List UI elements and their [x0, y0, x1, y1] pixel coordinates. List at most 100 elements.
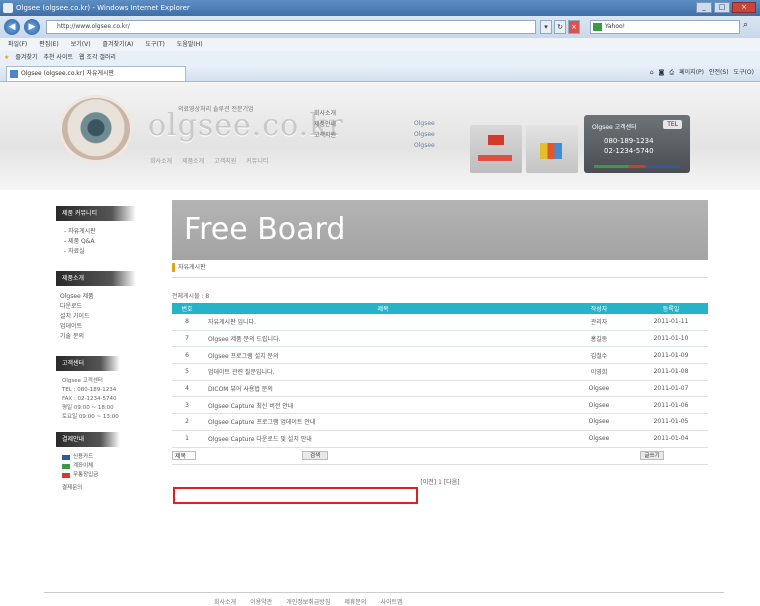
board: Free Board 자유게시판 전체게시물 : 8 번호 제목 작성자 등록일…	[172, 200, 708, 504]
site-nav: 회사소개 제품소개 고객지원 커뮤니티	[150, 156, 268, 165]
menu-favorites[interactable]: 즐겨찾기(A)	[103, 38, 134, 51]
write-button[interactable]: 글쓰기	[640, 450, 664, 460]
stop-icon[interactable]: ×	[568, 20, 580, 34]
menu-file[interactable]: 파일(F)	[8, 38, 27, 51]
sidebar-item[interactable]: 업데이트	[60, 322, 160, 332]
sidebar-item[interactable]: Olgsee 제품	[60, 292, 160, 302]
cmd-safety[interactable]: 안전(S)	[709, 68, 729, 78]
forward-icon[interactable]: ▶	[24, 19, 40, 35]
print-icon[interactable]: ⎙	[669, 68, 674, 78]
table-row[interactable]: 8 자유게시판 입니다. 관리자 2011-01-11	[172, 314, 708, 331]
browser-tab[interactable]: Olgsee (olgsee.co.kr) 자유게시판	[6, 66, 186, 81]
sidebar-item[interactable]: - 자유게시판	[64, 227, 160, 237]
menu-tools[interactable]: 도구(T)	[145, 38, 164, 51]
header-link[interactable]: Olgsee	[414, 129, 435, 140]
post-subject[interactable]: Olgsee Capture 프로그램 업데이트 안내	[202, 413, 564, 431]
suggested-sites-link[interactable]: 추천 사이트	[43, 51, 73, 64]
table-row[interactable]: 1 Olgsee Capture 다운로드 및 설치 안내 Olgsee 2011-0…	[172, 430, 708, 448]
payment-note: 결제문의	[62, 485, 83, 491]
payment-label: 신용카드	[73, 454, 94, 460]
post-subject[interactable]: 업데이트 관련 질문입니다.	[202, 363, 564, 381]
tab-bar: Olgsee (olgsee.co.kr) 자유게시판 ⌂ ◙ ⎙ 페이지(P)…	[0, 64, 760, 82]
cmd-page[interactable]: 페이지(P)	[679, 68, 704, 78]
table-row[interactable]: 7 Olgsee 제품 문의 드립니다. 홍길동 2011-01-10	[172, 330, 708, 348]
header-menu-item[interactable]: 회사소개	[314, 108, 336, 119]
post-date: 2011-01-09	[634, 346, 708, 365]
promo-banner-product[interactable]	[526, 125, 578, 173]
contact-phone: 02-1234-5740	[604, 147, 654, 155]
post-date: 2011-01-06	[634, 396, 708, 415]
post-subject[interactable]: Olgsee 제품 문의 드립니다.	[202, 330, 564, 348]
table-row[interactable]: 6 Olgsee 프로그램 설치 문의 김철수 2011-01-09	[172, 346, 708, 365]
footer-link[interactable]: 사이트맵	[380, 597, 402, 606]
post-subject[interactable]: DICOM 뷰어 사용법 문의	[202, 380, 564, 398]
post-subject[interactable]: Olgsee Capture 다운로드 및 설치 안내	[202, 430, 564, 448]
board-search-button[interactable]: 검색	[302, 450, 328, 460]
menu-view[interactable]: 보기(V)	[71, 38, 91, 51]
header-menu-item[interactable]: 제품안내	[314, 119, 336, 130]
tab-title: Olgsee (olgsee.co.kr) 자유게시판	[21, 70, 115, 77]
menu-edit[interactable]: 편집(E)	[39, 38, 59, 51]
payment-row: 신용카드	[62, 453, 160, 462]
favorites-button[interactable]: 즐겨찾기	[15, 51, 37, 64]
post-writer: 홍길동	[564, 330, 634, 348]
pagination: [이전] 1 [다음]	[172, 477, 708, 486]
back-icon[interactable]: ◀	[4, 19, 20, 35]
sidebar: 제품 커뮤니티 - 자유게시판 - 제품 Q&A - 자료실 제품소개 Olgs…	[56, 206, 160, 493]
cmd-tools[interactable]: 도구(O)	[734, 68, 754, 78]
nav-products[interactable]: 제품소개	[182, 156, 204, 165]
window-title: Olgsee (olgsee.co.kr) - Windows Internet…	[16, 4, 190, 12]
post-number: 7	[172, 330, 202, 348]
payment-list: 신용카드 계좌이체 무통장입금 결제문의	[56, 453, 160, 493]
nav-support[interactable]: 고객지원	[214, 156, 236, 165]
nav-company[interactable]: 회사소개	[150, 156, 172, 165]
maximize-button[interactable]: □	[714, 2, 730, 13]
search-input[interactable]: Yahoo!	[590, 20, 740, 34]
post-number: 2	[172, 413, 202, 431]
search-icon[interactable]: ⌕	[743, 20, 748, 30]
dropdown-icon[interactable]: ▾	[540, 20, 552, 34]
minimize-button[interactable]: _	[696, 2, 712, 13]
page-link-current[interactable]: 1	[438, 479, 442, 486]
web-page: 의료영상처리 솔루션 전문기업 olgsee.co.kr 회사소개 제품소개 고…	[0, 82, 760, 606]
sidebar-item[interactable]: - 제품 Q&A	[64, 237, 160, 247]
sidebar-heading: 제품 커뮤니티	[56, 206, 136, 221]
post-date: 2011-01-07	[634, 380, 708, 398]
header-menu-item[interactable]: 고객지원	[314, 130, 336, 141]
footer-link[interactable]: 제휴문의	[344, 597, 366, 606]
search-provider-icon	[593, 23, 602, 31]
post-writer: 김철수	[564, 346, 634, 365]
footer-link[interactable]: 회사소개	[214, 597, 236, 606]
promo-banner-video[interactable]	[470, 125, 522, 173]
table-row[interactable]: 5 업데이트 관련 질문입니다. 이영희 2011-01-08	[172, 363, 708, 381]
footer-link[interactable]: 이용약관	[250, 597, 272, 606]
footer-link[interactable]: 개인정보취급방침	[286, 597, 330, 606]
header-link[interactable]: Olgsee	[414, 118, 435, 129]
close-button[interactable]: ×	[732, 2, 756, 13]
post-subject[interactable]: 자유게시판 입니다.	[202, 314, 564, 331]
nav-community[interactable]: 커뮤니티	[246, 156, 268, 165]
menu-help[interactable]: 도움말(H)	[177, 38, 203, 51]
sidebar-item[interactable]: 기술 문의	[60, 332, 160, 342]
breadcrumb: 자유게시판	[172, 263, 708, 272]
post-subject[interactable]: Olgsee 프로그램 설치 문의	[202, 346, 564, 365]
rss-icon[interactable]: ◙	[659, 68, 665, 78]
web-slice-gallery-link[interactable]: 웹 조각 갤러리	[79, 51, 116, 64]
table-row[interactable]: 3 Olgsee Capture 최신 버전 안내 Olgsee 2011-01-06	[172, 396, 708, 415]
url-input[interactable]: http://www.olgsee.co.kr/	[46, 20, 536, 34]
header-link[interactable]: Olgsee	[414, 140, 435, 151]
sidebar-item[interactable]: - 자료실	[64, 247, 160, 257]
prev-page-link[interactable]: [이전]	[420, 479, 436, 486]
table-row[interactable]: 4 DICOM 뷰어 사용법 문의 Olgsee 2011-01-07	[172, 380, 708, 398]
post-subject[interactable]: Olgsee Capture 최신 버전 안내	[202, 396, 564, 415]
refresh-icon[interactable]: ↻	[554, 20, 566, 34]
home-icon[interactable]: ⌂	[650, 68, 654, 78]
sidebar-item[interactable]: 설치 가이드	[60, 312, 160, 322]
payment-label: 무통장입금	[73, 472, 99, 478]
contact-title: Olgsee 고객센터	[592, 124, 637, 131]
sidebar-item[interactable]: 다운로드	[60, 302, 160, 312]
next-page-link[interactable]: [다음]	[444, 479, 460, 486]
search-field-select[interactable]: 제목	[172, 451, 196, 460]
table-row[interactable]: 2 Olgsee Capture 프로그램 업데이트 안내 Olgsee 2011-0…	[172, 413, 708, 431]
footer-divider	[44, 592, 724, 593]
